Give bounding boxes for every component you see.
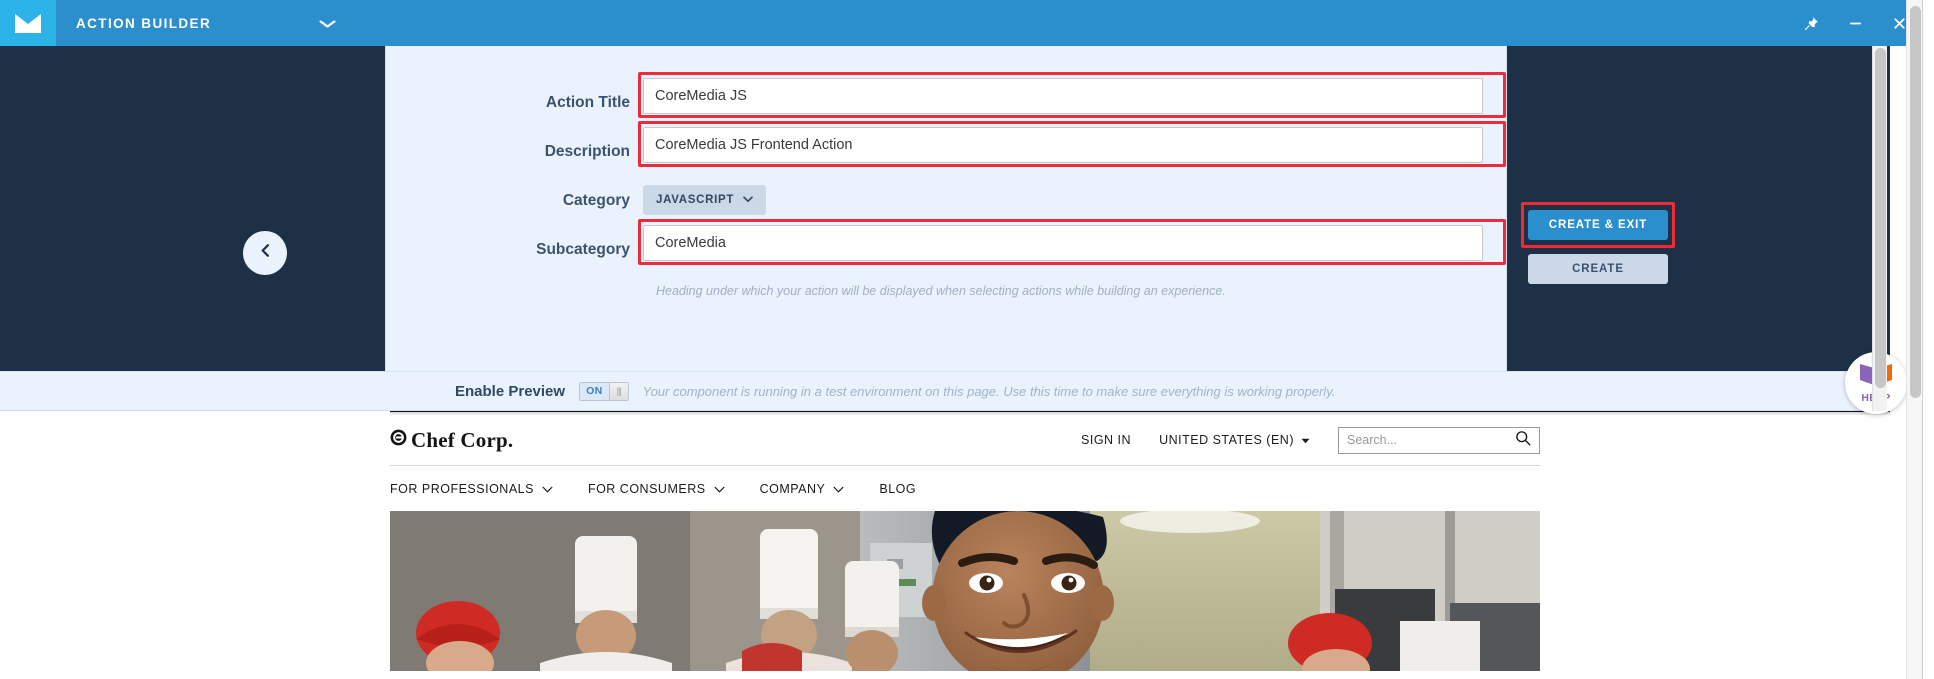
nav-label: COMPANY: [759, 481, 826, 496]
category-select[interactable]: JAVASCRIPT: [643, 185, 767, 215]
site-navigation: FOR PROFESSIONALS FOR CONSUMERS COMPANY: [390, 465, 1540, 511]
category-value: JAVASCRIPT: [656, 194, 735, 206]
chevron-down-icon[interactable]: [319, 16, 336, 31]
title-bar: ACTION BUILDER: [0, 0, 1934, 46]
create-and-exit-wrapper: CREATE & EXIT: [1521, 202, 1675, 248]
site-preview: Chef Corp. SIGN IN UNITED STATES (EN) Se…: [0, 415, 1890, 679]
subcategory-input[interactable]: [643, 225, 1483, 261]
action-form-panel: Action Title Description Cat: [385, 46, 1507, 373]
form-row-action-title: Action Title: [386, 72, 1508, 127]
site-content: Chef Corp. SIGN IN UNITED STATES (EN) Se…: [390, 415, 1540, 671]
enable-preview-toggle[interactable]: ON |||: [579, 381, 629, 401]
chevron-down-icon: [833, 482, 844, 496]
field-control: [638, 72, 1508, 118]
mail-envelope-icon: [15, 13, 41, 33]
site-search[interactable]: [1338, 426, 1540, 454]
page-vertical-scrollbar[interactable]: [1906, 0, 1922, 679]
action-builder-body: Action Title Description Cat: [0, 46, 1890, 373]
search-icon[interactable]: [1515, 430, 1531, 451]
page-right-edge: [1922, 0, 1934, 679]
description-input[interactable]: [643, 127, 1483, 163]
nav-item-for-professionals[interactable]: FOR PROFESSIONALS: [390, 482, 553, 496]
scrollbar-thumb[interactable]: [1875, 48, 1886, 388]
nav-item-for-consumers[interactable]: FOR CONSUMERS: [588, 482, 725, 496]
site-header-right: SIGN IN UNITED STATES (EN): [1081, 426, 1540, 454]
nav-label: FOR PROFESSIONALS: [390, 481, 534, 496]
field-control: [638, 121, 1508, 167]
app-logo-tile: [0, 0, 56, 46]
pin-icon[interactable]: [1802, 14, 1820, 32]
form-field-list: Action Title Description Cat: [386, 72, 1508, 298]
inner-vertical-scrollbar[interactable]: [1872, 46, 1887, 411]
sign-in-link[interactable]: SIGN IN: [1081, 433, 1131, 447]
scrollbar-thumb[interactable]: [1910, 6, 1921, 398]
preview-note: Your component is running in a test envi…: [642, 383, 1336, 399]
create-and-exit-button[interactable]: CREATE & EXIT: [1528, 210, 1668, 240]
enable-preview-label: Enable Preview: [455, 382, 566, 400]
nav-item-blog[interactable]: BLOG: [879, 482, 916, 496]
site-brand[interactable]: Chef Corp.: [390, 428, 513, 453]
chef-corp-logo-icon: [390, 429, 407, 451]
application-window: ACTION BUILDER Action Title CoreMedia JS…: [0, 0, 1934, 679]
enable-preview-bar: Enable Preview ON ||| Your component is …: [0, 371, 1890, 411]
locale-selector[interactable]: UNITED STATES (EN): [1159, 433, 1310, 447]
subcategory-hint: Heading under which your action will be …: [656, 284, 1226, 298]
field-label: Action Title: [545, 94, 630, 111]
toggle-state-label: ON: [580, 382, 609, 400]
field-control: [638, 219, 1508, 265]
field-label: Description: [544, 143, 630, 160]
locale-label: UNITED STATES (EN): [1159, 433, 1294, 447]
chevron-down-icon: [743, 194, 753, 206]
site-header: Chef Corp. SIGN IN UNITED STATES (EN): [390, 415, 1540, 465]
toggle-knob: |||: [608, 382, 628, 400]
caret-down-icon: [1301, 433, 1310, 447]
field-label: Subcategory: [536, 241, 630, 258]
app-title: ACTION BUILDER: [76, 15, 212, 31]
previous-step-button[interactable]: [243, 231, 287, 275]
action-title-input[interactable]: [643, 78, 1483, 114]
nav-item-company[interactable]: COMPANY: [760, 482, 845, 496]
field-label: Category: [562, 192, 630, 209]
form-row-subcategory: Subcategory: [386, 219, 1508, 274]
minimize-icon[interactable]: [1846, 14, 1864, 32]
nav-label: FOR CONSUMERS: [587, 481, 706, 496]
chevron-left-icon: [258, 243, 273, 263]
hero-image: [390, 511, 1540, 671]
site-brand-text: Chef Corp.: [411, 427, 514, 452]
form-row-description: Description: [386, 121, 1508, 176]
field-control: JAVASCRIPT: [643, 176, 1508, 215]
chevron-down-icon: [713, 482, 725, 496]
form-row-category: Category JAVASCRIPT: [386, 176, 1508, 225]
nav-label: BLOG: [879, 481, 917, 496]
search-input[interactable]: [1347, 433, 1515, 447]
action-buttons: CREATE & EXIT CREATE: [1521, 202, 1688, 284]
chevron-down-icon: [542, 482, 553, 496]
create-button[interactable]: CREATE: [1528, 254, 1668, 284]
